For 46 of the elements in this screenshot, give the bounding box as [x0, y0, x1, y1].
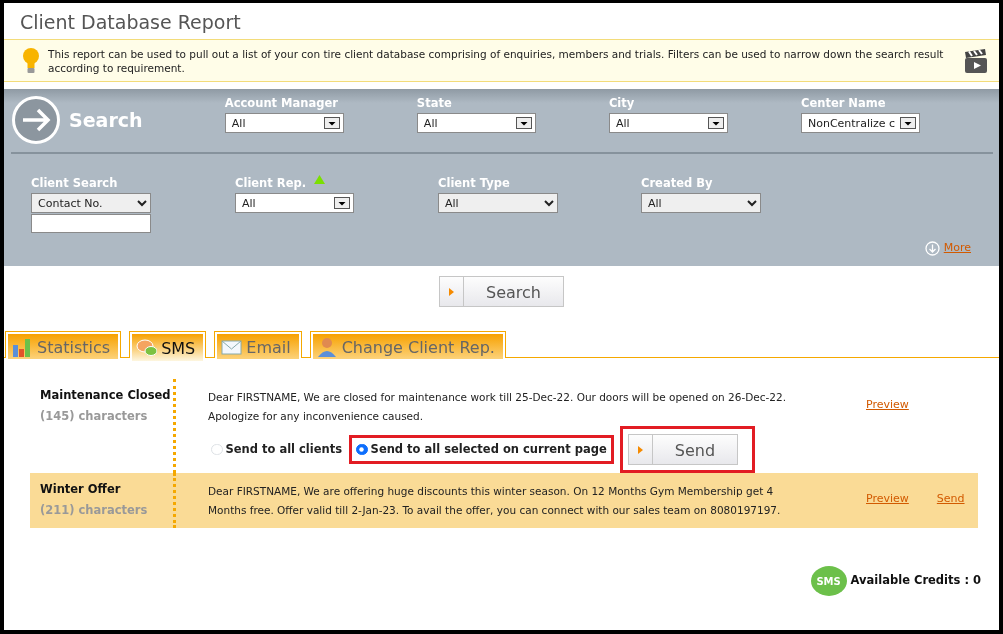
dropdown-field[interactable]: All	[416, 113, 536, 133]
speech-bubbles-icon	[136, 338, 158, 359]
person-icon	[316, 337, 338, 358]
send-button[interactable]: Send	[627, 434, 739, 465]
field-label: State	[416, 95, 452, 112]
sort-up-icon	[314, 175, 326, 184]
field-label: City	[608, 95, 635, 112]
field-label: Created By	[641, 175, 713, 192]
dropdown-field[interactable]: All	[224, 113, 344, 133]
tab[interactable]: SMS	[129, 331, 207, 358]
triangle-icon	[637, 445, 643, 454]
dropdown-field[interactable]: All	[235, 193, 354, 213]
field-label: Client Rep.	[235, 175, 307, 192]
page-title: Client Database Report	[19, 10, 242, 35]
radio-option[interactable]: Send to all selected on current page	[349, 434, 614, 465]
triangle-icon	[449, 287, 454, 296]
bar-chart-icon	[12, 337, 33, 358]
character-count: (145) characters	[40, 408, 149, 426]
field-label: Client Search	[31, 175, 118, 192]
search-button[interactable]: Search	[439, 276, 564, 307]
radio-option[interactable]: Send to all clients	[204, 434, 350, 465]
lightbulb-icon	[22, 46, 40, 75]
dropdown-field[interactable]: Contact No.	[31, 193, 151, 213]
field-label: Client Type	[438, 175, 510, 192]
down-arrow-circle-icon	[924, 240, 940, 256]
radio-button[interactable]	[356, 443, 368, 456]
message-title: Winter Offer	[40, 481, 122, 498]
message-text: Dear FIRSTNAME, We are offering huge discounts this winter season. On 12 Months Gym Membership get 4 Months free. Offer valid till 2-Jan-23. To avail the offer, you can connect with our sales team on 8080197197.	[208, 484, 782, 518]
sms-badge: SMS	[810, 566, 847, 596]
clapperboard-icon	[963, 47, 989, 74]
message-link[interactable]: Preview	[866, 397, 909, 426]
dropdown-field[interactable]: All	[608, 113, 728, 133]
field-label: Center Name	[800, 95, 886, 112]
field-label: Account Manager	[224, 95, 338, 112]
text-field[interactable]	[31, 214, 151, 233]
info-text: This report can be used to pull out a list of your con tire client database comprising of enquiries, members and trials. Filters can be used to narrow down the search result according to requirement.	[48, 46, 945, 75]
message-text: Dear FIRSTNAME, We are closed for maintenance work till 25-Dec-22. Our doors will be opened on 26-Dec-22. Apologize for any inconvenience caused.	[208, 390, 788, 424]
character-count: (211) characters	[40, 502, 149, 520]
arrow-circle-icon	[11, 95, 61, 145]
dropdown-field[interactable]: NonCentralize c	[800, 113, 920, 133]
envelope-icon	[221, 337, 243, 358]
search-panel-title: Search	[69, 107, 143, 133]
dropdown-field[interactable]: All	[438, 193, 558, 213]
message-title: Maintenance Closed	[40, 387, 172, 404]
available-credits: Available Credits : 0	[850, 572, 981, 590]
dropdown-field[interactable]: All	[641, 193, 761, 213]
